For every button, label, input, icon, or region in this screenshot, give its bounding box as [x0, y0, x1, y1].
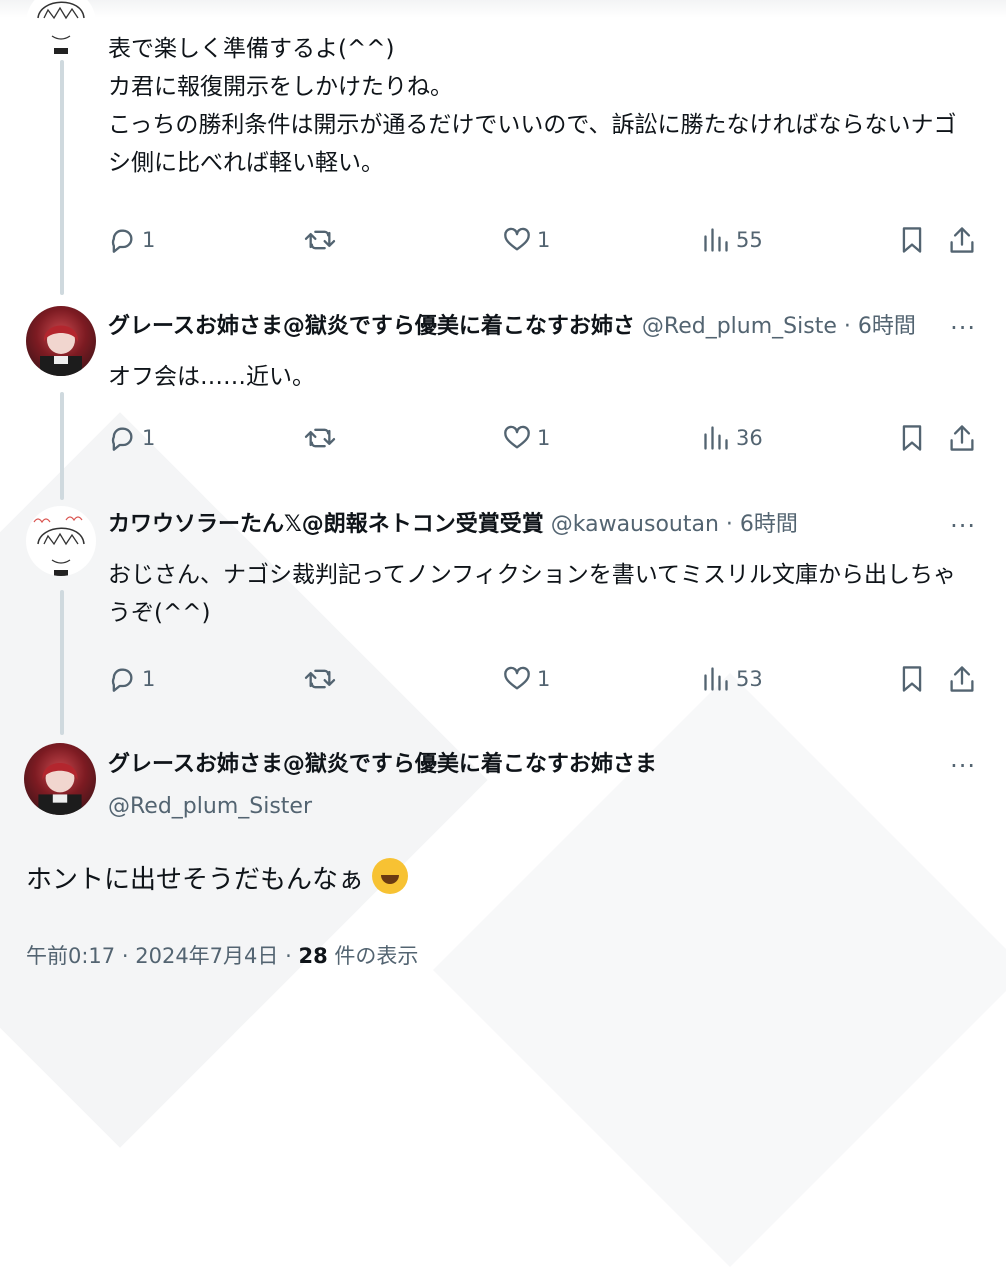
more-icon[interactable]: ··· — [950, 754, 976, 778]
retweet-button[interactable] — [304, 422, 336, 454]
like-count: 1 — [537, 426, 551, 450]
main-user-handle[interactable]: @Red_plum_Sister — [108, 790, 938, 824]
tweet-body: 表で楽しく準備するよ(^^) カ君に報復開示をしかけたりね。 こっちの勝利条件は… — [108, 30, 956, 182]
separator-dot: · — [121, 944, 129, 968]
views-button[interactable]: 53 — [702, 663, 763, 695]
tweet-body-line: こっちの勝利条件は開示が通るだけでいいので、訴訟に勝たなければならないナゴ — [108, 112, 957, 138]
view-count: 55 — [736, 228, 763, 252]
bookmark-icon — [902, 227, 922, 253]
main-tweet-body: ホントに出せそうだもんなぁ — [26, 858, 409, 902]
reply-count: 1 — [142, 667, 156, 691]
avatar[interactable] — [24, 743, 96, 815]
display-name[interactable]: グレースお姉さま@獄炎ですら優美に着こなすお姉さ — [108, 314, 635, 339]
thread-line — [60, 590, 64, 735]
tweet-metadata: 午前0:17 · 2024年7月4日 · 28 件の表示 — [26, 940, 418, 972]
tweet-header: カワウソラーたん𝕏@朗報ネトコン受賞受賞 @kawausoutan · 6時間 — [108, 508, 938, 542]
views-count: 28 — [298, 944, 328, 968]
tweet-body-line: オフ会は……近い。 — [108, 364, 315, 390]
views-label: 件の表示 — [334, 944, 419, 968]
display-name[interactable]: カワウソラーたん𝕏@朗報ネトコン受賞受賞 — [108, 512, 544, 537]
reply-icon — [111, 668, 133, 692]
tweet-body-line: シ側に比べれば軽い軽い。 — [108, 150, 384, 176]
share-button[interactable] — [948, 224, 976, 256]
tweet-time[interactable]: 午前0:17 — [26, 944, 115, 968]
tweet-body: おじさん、ナゴシ裁判記ってノンフィクションを書いてミスリル文庫から出しちゃ うぞ… — [108, 556, 956, 632]
like-icon — [504, 666, 530, 690]
reply-button[interactable]: 1 — [108, 663, 155, 695]
views-button[interactable]: 36 — [702, 422, 763, 454]
tweet-body-line: カ君に報復開示をしかけたりね。 — [108, 74, 453, 100]
share-icon — [950, 666, 974, 692]
retweet-icon — [304, 669, 336, 689]
reply-button[interactable]: 1 — [108, 224, 155, 256]
reply-count: 1 — [142, 228, 156, 252]
avatar[interactable] — [26, 0, 96, 58]
tweet-body: オフ会は……近い。 — [108, 358, 315, 396]
retweet-button[interactable] — [304, 224, 336, 256]
like-button[interactable]: 1 — [503, 422, 550, 454]
reply-count: 1 — [142, 426, 156, 450]
like-count: 1 — [537, 667, 551, 691]
reply-button[interactable]: 1 — [108, 422, 155, 454]
reply-icon — [111, 229, 133, 253]
user-handle[interactable]: @Red_plum_Sister — [108, 794, 312, 819]
tweet-body-line: おじさん、ナゴシ裁判記ってノンフィクションを書いてミスリル文庫から出しちゃ — [108, 562, 957, 588]
view-count: 53 — [736, 667, 763, 691]
top-fade — [0, 0, 1006, 18]
tweet-date[interactable]: 2024年7月4日 — [135, 944, 278, 968]
user-handle[interactable]: @Red_plum_Siste — [642, 314, 837, 339]
share-button[interactable] — [948, 422, 976, 454]
main-tweet-text: ホントに出せそうだもんなぁ — [26, 865, 365, 895]
rofl-emoji — [372, 858, 409, 894]
thread-line — [60, 392, 64, 500]
retweet-icon — [304, 230, 336, 250]
avatar[interactable] — [26, 306, 96, 376]
more-icon[interactable]: ··· — [950, 316, 976, 340]
views-icon — [704, 426, 728, 450]
retweet-icon — [304, 428, 336, 448]
share-icon — [950, 425, 974, 451]
views-icon — [704, 228, 728, 252]
like-button[interactable]: 1 — [503, 224, 550, 256]
like-button[interactable]: 1 — [503, 663, 550, 695]
share-icon — [950, 227, 974, 253]
more-icon[interactable]: ··· — [950, 514, 976, 538]
tweet-header: グレースお姉さま@獄炎ですら優美に着こなすお姉さ @Red_plum_Siste… — [108, 310, 938, 344]
like-count: 1 — [537, 228, 551, 252]
like-icon — [504, 425, 530, 449]
share-button[interactable] — [948, 663, 976, 695]
display-name[interactable]: グレースお姉さま@獄炎ですら優美に着こなすお姉さま — [108, 752, 657, 777]
view-count: 36 — [736, 426, 763, 450]
separator-dot: · — [285, 944, 292, 968]
bookmark-button[interactable] — [898, 422, 926, 454]
bookmark-icon — [902, 666, 922, 692]
retweet-button[interactable] — [304, 663, 336, 695]
bookmark-button[interactable] — [898, 224, 926, 256]
views-button[interactable]: 55 — [702, 224, 763, 256]
like-icon — [504, 227, 530, 251]
tweet-time[interactable]: · 6時間 — [844, 314, 916, 339]
tweet-time[interactable]: · 6時間 — [726, 512, 798, 537]
tweet-body-line: うぞ(^^) — [108, 600, 211, 626]
avatar[interactable] — [26, 506, 96, 576]
bookmark-button[interactable] — [898, 663, 926, 695]
bookmark-icon — [902, 425, 922, 451]
views-icon — [704, 667, 728, 691]
main-display-name[interactable]: グレースお姉さま@獄炎ですら優美に着こなすお姉さま — [108, 748, 938, 782]
thread-line — [60, 60, 64, 295]
tweet-body-line: 表で楽しく準備するよ(^^) — [108, 36, 395, 62]
reply-icon — [111, 427, 133, 451]
user-handle[interactable]: @kawausoutan — [551, 512, 719, 537]
